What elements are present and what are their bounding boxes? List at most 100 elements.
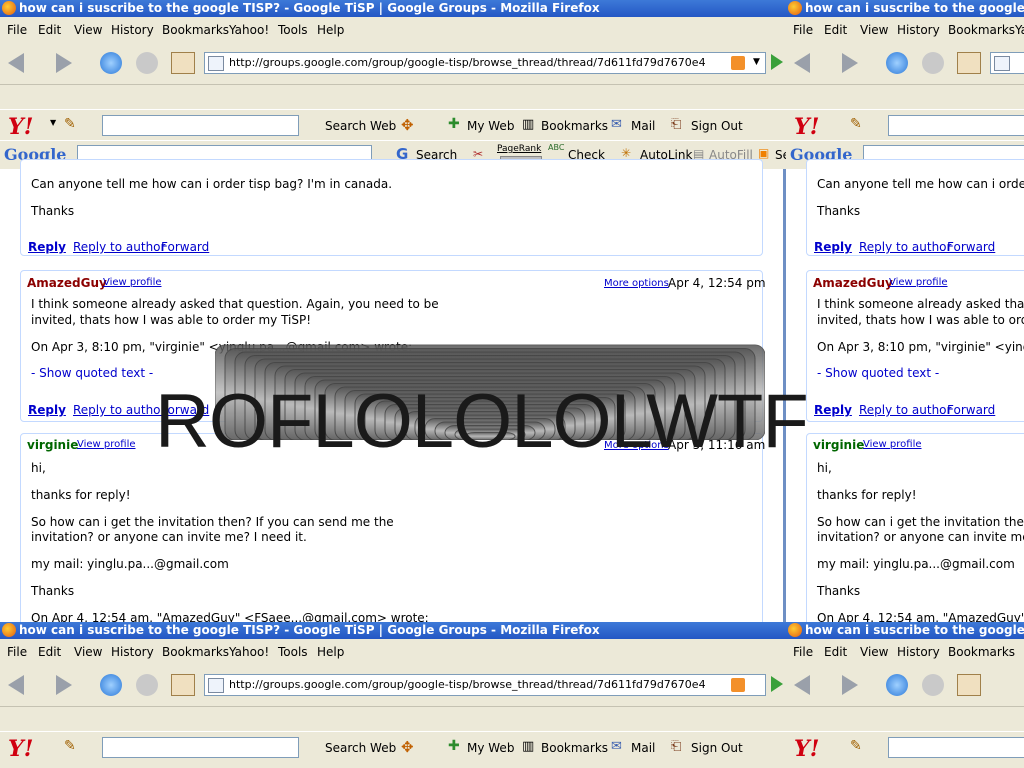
rss-icon[interactable] — [731, 56, 745, 70]
reply-link-right[interactable]: Reply — [814, 240, 852, 254]
yahoo-my-web-button-bottom[interactable]: My Web — [467, 741, 514, 755]
post-2-reply-link-right[interactable]: Reply — [814, 403, 852, 417]
forward-icon-bottom[interactable] — [56, 675, 72, 695]
yahoo-logo-bottom[interactable]: Y! — [8, 736, 33, 762]
menu-edit-bottom[interactable]: Edit — [38, 645, 61, 659]
reply-link[interactable]: Reply — [28, 240, 66, 254]
url-bar-right[interactable] — [990, 52, 1024, 74]
menu-file-bottom-right[interactable]: File — [793, 645, 813, 659]
stop-icon[interactable] — [136, 52, 158, 74]
post-3-view-profile-right[interactable]: View profile — [863, 439, 922, 450]
pencil-icon-bottom-right[interactable]: ✎ — [850, 738, 862, 754]
rss-icon-google[interactable]: ▣ — [758, 146, 769, 160]
yahoo-my-web-button[interactable]: My Web — [467, 119, 514, 133]
url-bar[interactable]: http://groups.google.com/group/google-ti… — [204, 52, 766, 74]
reload-icon[interactable] — [100, 52, 122, 74]
menu-file-bottom[interactable]: File — [7, 645, 27, 659]
post-2-reply-to-author-link-right[interactable]: Reply to author — [859, 403, 951, 417]
menu-edit[interactable]: Edit — [38, 23, 61, 37]
forward-link[interactable]: Forward — [161, 240, 209, 254]
menu-tools-bottom[interactable]: Tools — [278, 645, 308, 659]
yahoo-search-web-button-bottom[interactable]: Search Web — [325, 741, 396, 755]
back-icon-bottom-right[interactable] — [794, 675, 810, 695]
post-3-view-profile[interactable]: View profile — [77, 439, 136, 450]
menu-tools[interactable]: Tools — [278, 23, 308, 37]
post-2-reply-link[interactable]: Reply — [28, 403, 66, 417]
yahoo-search-input-right[interactable] — [888, 115, 1024, 136]
forward-icon[interactable] — [56, 53, 72, 73]
post-2-more-options[interactable]: More options — [604, 278, 669, 289]
menu-view[interactable]: View — [74, 23, 102, 37]
yahoo-logo-right[interactable]: Y! — [794, 114, 819, 140]
post-2-show-quoted[interactable]: - Show quoted text - — [31, 366, 153, 380]
menu-yahoo-right[interactable]: Yahoo! — [1015, 23, 1024, 37]
yahoo-logo-bottom-right[interactable]: Y! — [794, 736, 819, 762]
menu-yahoo-bottom[interactable]: Yahoo! — [229, 645, 269, 659]
url-dropdown-icon[interactable]: ▼ — [753, 57, 760, 67]
menu-bookmarks-bottom-right[interactable]: Bookmarks — [948, 645, 1015, 659]
url-bar-bottom[interactable]: http://groups.google.com/group/google-ti… — [204, 674, 766, 696]
pencil-icon[interactable]: ✎ — [64, 116, 76, 132]
post-2-reply-to-author-link[interactable]: Reply to author — [73, 403, 165, 417]
forward-link-right[interactable]: Forward — [947, 240, 995, 254]
post-2-show-quoted-right[interactable]: - Show quoted text - — [817, 366, 939, 380]
home-icon-bottom[interactable] — [171, 674, 195, 696]
yahoo-target-icon[interactable]: ✥ — [401, 116, 414, 134]
menu-view-bottom[interactable]: View — [74, 645, 102, 659]
menu-help[interactable]: Help — [317, 23, 344, 37]
yahoo-mail-button-bottom[interactable]: Mail — [631, 741, 655, 755]
menu-bookmarks-bottom[interactable]: Bookmarks — [162, 645, 229, 659]
yahoo-bookmarks-button-bottom[interactable]: Bookmarks — [541, 741, 608, 755]
yahoo-menu-arrow-icon[interactable]: ▼ — [50, 118, 56, 127]
go-icon[interactable] — [771, 54, 783, 70]
yahoo-target-icon-bottom[interactable]: ✥ — [401, 738, 414, 756]
forward-icon-bottom-right[interactable] — [842, 675, 858, 695]
post-3-author-right[interactable]: virginie — [813, 438, 864, 452]
menu-bookmarks[interactable]: Bookmarks — [162, 23, 229, 37]
menu-history-bottom[interactable]: History — [111, 645, 154, 659]
menu-view-right[interactable]: View — [860, 23, 888, 37]
post-3-author[interactable]: virginie — [27, 438, 78, 452]
back-icon-bottom[interactable] — [8, 675, 24, 695]
stop-icon-right[interactable] — [922, 52, 944, 74]
reload-icon-bottom-right[interactable] — [886, 674, 908, 696]
reply-to-author-link-right[interactable]: Reply to author — [859, 240, 951, 254]
menu-file-right[interactable]: File — [793, 23, 813, 37]
reload-icon-bottom[interactable] — [100, 674, 122, 696]
forward-icon-right[interactable] — [842, 53, 858, 73]
yahoo-bookmarks-button[interactable]: Bookmarks — [541, 119, 608, 133]
menu-view-bottom-right[interactable]: View — [860, 645, 888, 659]
yahoo-search-web-button[interactable]: Search Web — [325, 119, 396, 133]
post-2-forward-link-right[interactable]: Forward — [947, 403, 995, 417]
reply-to-author-link[interactable]: Reply to author — [73, 240, 165, 254]
post-2-view-profile-right[interactable]: View profile — [889, 277, 948, 288]
yahoo-search-input-bottom-right[interactable] — [888, 737, 1024, 758]
post-2-author[interactable]: AmazedGuy — [27, 276, 107, 290]
menu-help-bottom[interactable]: Help — [317, 645, 344, 659]
post-2-view-profile[interactable]: View profile — [103, 277, 162, 288]
yahoo-sign-out-button-bottom[interactable]: Sign Out — [691, 741, 743, 755]
yahoo-search-input-bottom[interactable] — [102, 737, 299, 758]
reload-icon-right[interactable] — [886, 52, 908, 74]
menu-history-bottom-right[interactable]: History — [897, 645, 940, 659]
home-icon-bottom-right[interactable] — [957, 674, 981, 696]
yahoo-mail-button[interactable]: Mail — [631, 119, 655, 133]
home-icon-right[interactable] — [957, 52, 981, 74]
menu-edit-bottom-right[interactable]: Edit — [824, 645, 847, 659]
yahoo-logo[interactable]: Y! — [8, 114, 33, 140]
home-icon[interactable] — [171, 52, 195, 74]
yahoo-search-input[interactable] — [102, 115, 299, 136]
post-2-author-right[interactable]: AmazedGuy — [813, 276, 893, 290]
pencil-icon-right[interactable]: ✎ — [850, 116, 862, 132]
menu-history[interactable]: History — [111, 23, 154, 37]
menu-file[interactable]: File — [7, 23, 27, 37]
menu-bookmarks-right[interactable]: Bookmarks — [948, 23, 1015, 37]
menu-yahoo[interactable]: Yahoo! — [229, 23, 269, 37]
stop-icon-bottom[interactable] — [136, 674, 158, 696]
menu-history-right[interactable]: History — [897, 23, 940, 37]
back-icon[interactable] — [8, 53, 24, 73]
yahoo-sign-out-button[interactable]: Sign Out — [691, 119, 743, 133]
back-icon-right[interactable] — [794, 53, 810, 73]
rss-icon-bottom[interactable] — [731, 678, 745, 692]
go-icon-bottom[interactable] — [771, 676, 783, 692]
